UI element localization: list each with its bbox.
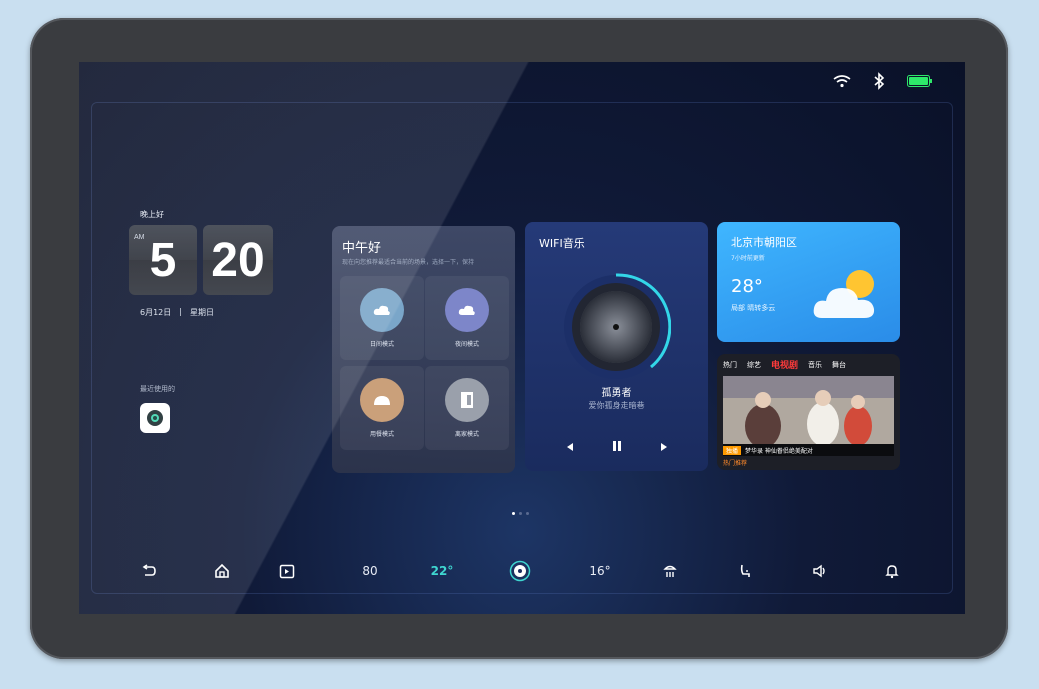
scene-tile-label: 离家模式: [454, 431, 479, 438]
temperature-passenger[interactable]: 16°: [585, 560, 615, 582]
seat-heat-icon[interactable]: [660, 560, 680, 582]
flip-clock: AM 5 20: [129, 225, 273, 295]
night-mode-icon: [445, 288, 489, 332]
weather-description: 局部 晴转多云: [731, 304, 776, 312]
page-dot[interactable]: [526, 512, 529, 515]
song-lyric: 爱你孤身走暗巷: [588, 401, 645, 410]
page-dot[interactable]: [512, 512, 515, 515]
scene-tile-label: 用餐模式: [369, 431, 394, 438]
screen: 晚上好 AM 5 20 6月12日 | 星期日 最近使用的 中午好 现在向您推荐…: [79, 62, 965, 614]
weather-updated: 7小时前更新: [731, 255, 765, 262]
scene-tile-away[interactable]: 离家模式: [425, 366, 509, 450]
weekday-text: 星期日: [189, 308, 214, 317]
date-line: 6月12日 | 星期日: [140, 307, 214, 318]
temperature-driver[interactable]: 22°: [427, 560, 457, 582]
video-tab[interactable]: 音乐: [808, 360, 822, 370]
video-thumbnail[interactable]: [723, 376, 894, 444]
next-icon[interactable]: [659, 441, 669, 455]
scene-tile-night[interactable]: 夜间模式: [425, 276, 509, 360]
video-subtitle: 热门推荐: [723, 460, 748, 467]
climate-fan-speed[interactable]: 80: [357, 560, 383, 582]
scene-tile-label: 夜间模式: [454, 341, 479, 348]
clock-ampm: AM: [134, 234, 145, 241]
album-disc: [561, 272, 672, 382]
clock-minute: 20: [203, 225, 273, 295]
date-separator: |: [179, 307, 182, 316]
pause-icon[interactable]: [611, 440, 623, 455]
music-card: WIFI音乐 孤勇者 爱你孤身走暗巷: [525, 222, 708, 471]
date-text: 6月12日: [140, 308, 172, 317]
greeting-text: 晚上好: [140, 210, 164, 219]
bluetooth-icon: [873, 72, 885, 90]
video-tag: 独播: [723, 445, 742, 455]
seat-icon[interactable]: [735, 560, 755, 582]
clock-hour-digit: 5: [149, 233, 177, 287]
scene-tile-day[interactable]: 日间模式: [340, 276, 424, 360]
bottom-dock: 80 22° 16°: [79, 554, 965, 590]
clock-hour: AM 5: [129, 225, 197, 295]
video-tabs: 热门 综艺 电视剧 音乐 舞台: [723, 358, 846, 372]
recent-apps-label: 最近使用的: [140, 385, 175, 393]
video-caption-text: 梦华录 神仙眷侣绝美配对: [745, 447, 813, 455]
clock-minute-digits: 20: [211, 233, 265, 287]
video-tab[interactable]: 热门: [723, 360, 737, 370]
status-bar: [833, 72, 933, 90]
page-dot[interactable]: [519, 512, 522, 515]
media-icon[interactable]: [277, 560, 297, 582]
scene-card-title: 中午好: [342, 241, 382, 256]
scene-tile-label: 日间模式: [369, 341, 394, 348]
video-tab[interactable]: 综艺: [747, 360, 761, 370]
previous-icon[interactable]: [565, 441, 575, 455]
weather-temperature: 28°: [731, 276, 763, 297]
battery-icon: [907, 75, 933, 87]
page-indicator: [512, 512, 529, 515]
dining-mode-icon: [360, 378, 404, 422]
scene-tile-dining[interactable]: 用餐模式: [340, 366, 424, 450]
wifi-icon: [833, 74, 851, 88]
video-tab[interactable]: 舞台: [832, 360, 846, 370]
sun-cloud-icon: [812, 266, 886, 330]
video-card: 热门 综艺 电视剧 音乐 舞台 独播 梦华录 神仙眷侣绝美配对 热门推荐: [717, 354, 900, 470]
scene-mode-card: 中午好 现在向您推荐最适合当前的场景，选择一下，保持 日间模式 夜间模式 用餐模…: [332, 226, 515, 473]
video-caption: 独播 梦华录 神仙眷侣绝美配对: [723, 444, 894, 456]
weather-card[interactable]: 北京市朝阳区 7小时前更新 28° 局部 晴转多云: [717, 222, 900, 342]
music-controls: [525, 440, 708, 455]
back-icon[interactable]: [139, 560, 159, 582]
recent-app-camera-icon[interactable]: [140, 403, 170, 433]
scene-card-subtitle: 现在向您推荐最适合当前的场景，选择一下，保持: [342, 259, 475, 266]
day-mode-icon: [360, 288, 404, 332]
content-frame: [91, 102, 953, 594]
notification-icon[interactable]: [882, 560, 902, 582]
video-tab-active[interactable]: 电视剧: [771, 358, 798, 371]
away-mode-icon: [445, 378, 489, 422]
home-icon[interactable]: [212, 560, 232, 582]
volume-icon[interactable]: [810, 560, 830, 582]
fan-icon[interactable]: [509, 560, 531, 582]
music-card-title: WIFI音乐: [539, 237, 585, 250]
weather-city: 北京市朝阳区: [731, 236, 797, 249]
song-title: 孤勇者: [601, 388, 632, 399]
